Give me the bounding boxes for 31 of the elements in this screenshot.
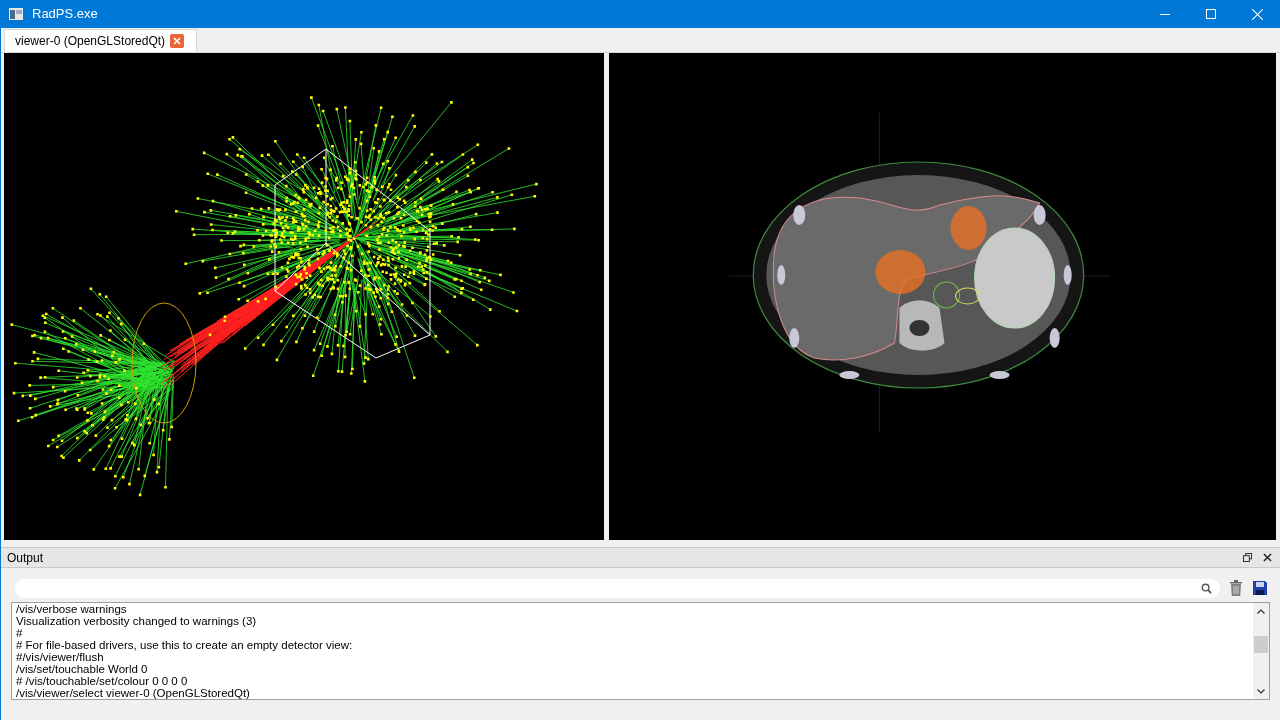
minimize-icon xyxy=(1160,13,1170,15)
log-line: /vis/verbose warnings xyxy=(16,603,128,615)
clear-button[interactable] xyxy=(1228,579,1244,597)
float-button[interactable] xyxy=(1240,550,1254,565)
restore-icon xyxy=(1242,553,1252,562)
scrollbar[interactable] xyxy=(1253,603,1269,699)
close-icon xyxy=(173,37,182,45)
log-line: # /vis/touchable/set/colour 0 0 0 0 xyxy=(16,675,189,687)
log-line: Visualization verbosity changed to warnings (3) xyxy=(16,615,258,627)
log-line: #/vis/viewer/flush xyxy=(16,651,105,663)
close-icon xyxy=(1251,8,1263,20)
dock-close-button[interactable] xyxy=(1260,550,1274,565)
log-line: /vis/set/touchable World 0 xyxy=(16,663,149,675)
close-tab-button[interactable] xyxy=(170,34,185,48)
log-line: # For file-based drivers, use this to create an empty detector view: xyxy=(16,639,354,651)
caret-up-icon xyxy=(1257,608,1265,614)
save-icon xyxy=(1253,581,1267,595)
viewer-tab[interactable]: viewer-0 (OpenGLStoredQt) xyxy=(4,29,198,52)
log-line: # xyxy=(16,627,24,639)
search-icon xyxy=(1201,582,1212,594)
window-title: RadPS.exe xyxy=(32,5,98,24)
caret-down-icon xyxy=(1257,688,1265,694)
scroll-thumb[interactable] xyxy=(1254,636,1268,653)
close-icon xyxy=(1262,553,1272,562)
log-line: /vis/viewer/select viewer-0 (OpenGLStoredQt) xyxy=(16,687,251,699)
search-field[interactable] xyxy=(15,578,1220,598)
trash-icon xyxy=(1230,580,1242,596)
window-icon xyxy=(9,8,23,20)
save-button[interactable] xyxy=(1252,579,1268,597)
maximize-icon xyxy=(1206,9,1216,19)
dock-title: Output xyxy=(7,549,44,567)
